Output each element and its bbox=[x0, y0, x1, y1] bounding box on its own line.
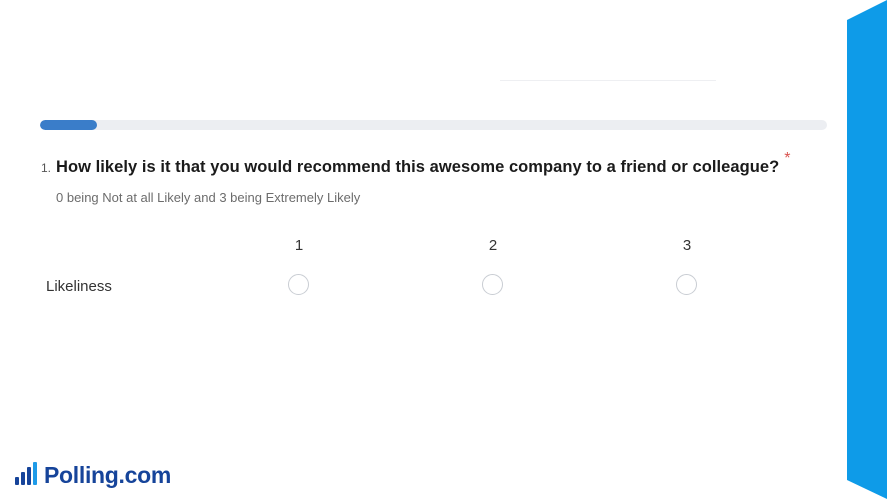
header-divider bbox=[500, 80, 716, 81]
logo-text: Polling.com bbox=[44, 462, 172, 488]
decorative-side-band bbox=[847, 0, 887, 499]
polling-logo[interactable]: Polling.com bbox=[14, 460, 171, 491]
likeliness-radio-1[interactable] bbox=[288, 274, 309, 295]
survey-progress-fill bbox=[40, 120, 97, 130]
question-title: 1. How likely is it that you would recomm… bbox=[41, 150, 831, 177]
column-header-2: 2 bbox=[488, 237, 498, 254]
column-header-1: 1 bbox=[294, 237, 304, 254]
row-label-likeliness: Likeliness bbox=[46, 278, 112, 295]
likeliness-radio-2[interactable] bbox=[482, 274, 503, 295]
bar-chart-icon bbox=[14, 460, 38, 491]
question-number: 1. bbox=[41, 161, 52, 175]
question-hint: 0 being Not at all Likely and 3 being Ex… bbox=[56, 190, 361, 205]
survey-progress-bar bbox=[40, 120, 827, 130]
question-text: How likely is it that you would recommen… bbox=[56, 158, 780, 176]
likeliness-radio-3[interactable] bbox=[676, 274, 697, 295]
required-marker: * bbox=[784, 150, 791, 167]
column-header-3: 3 bbox=[682, 237, 692, 254]
